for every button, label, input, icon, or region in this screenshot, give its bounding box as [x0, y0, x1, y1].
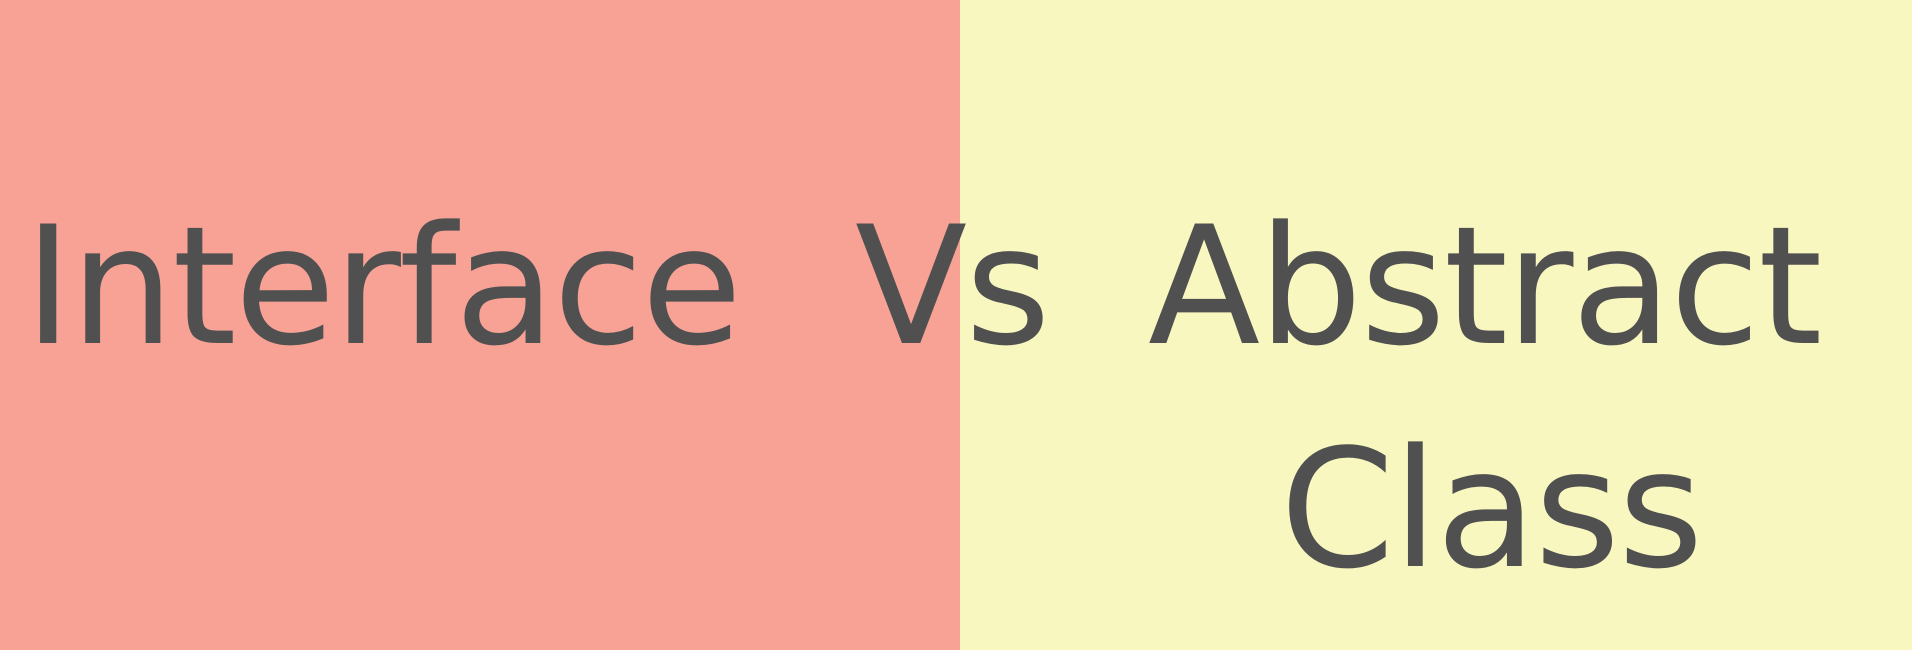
- comparison-banner: Interface Vs Abstract Class: [0, 0, 1912, 650]
- left-term-text: Interface: [24, 191, 742, 382]
- right-term-line2-text: Class: [1280, 414, 1703, 605]
- right-term-line1-text: Abstract: [1148, 191, 1822, 382]
- separator-text: Vs: [855, 191, 1051, 382]
